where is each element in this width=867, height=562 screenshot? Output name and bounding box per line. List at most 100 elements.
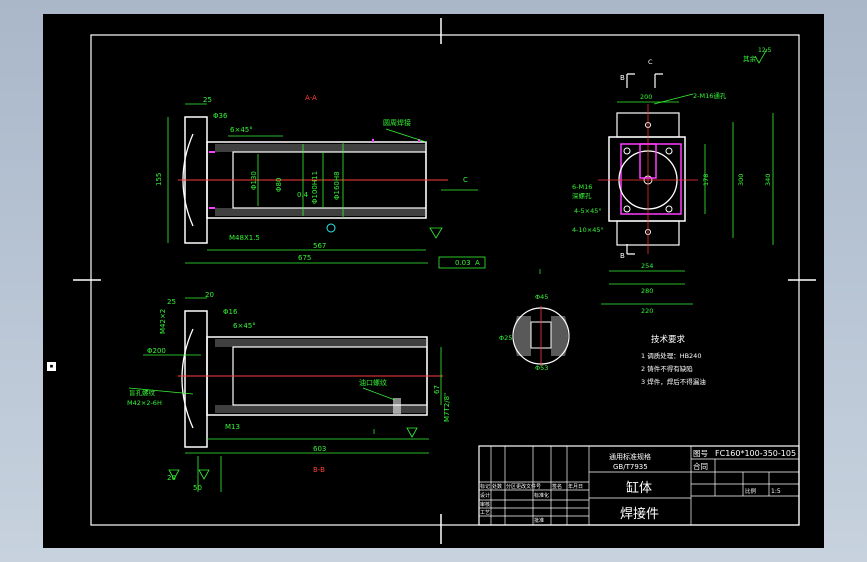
tb-contract-label: 合同 [693, 461, 708, 471]
aa-wall-top [215, 144, 425, 152]
bb-left-note-1: 盲孔螺纹 [129, 388, 156, 397]
view-c-arrow-label: C [463, 176, 468, 184]
aa-dim-7: Φ100H11 [311, 171, 319, 204]
bb-roughness-mark [406, 427, 418, 438]
bb-dim-4: 6×45° [233, 322, 256, 330]
aa-tolerance-datum: A [475, 259, 480, 267]
bb-dim-6: M42×2 [159, 309, 167, 334]
c-dim-5: 340 [764, 174, 772, 186]
tb-label-9: 审核 [480, 501, 490, 508]
tb-label-1: 标记 [480, 483, 490, 490]
bb-dim-3: Φ16 [223, 308, 238, 316]
tb-label-10: 工艺 [480, 510, 490, 516]
c-dim-11: 4-5×45° [574, 207, 602, 215]
aa-dim-3: 6×45° [230, 126, 253, 134]
tb-label-7: 设计 [480, 492, 490, 499]
c-section-mark-bottom: B [620, 252, 625, 260]
aa-dim-2: Φ36 [213, 112, 228, 120]
tb-drawing-no-label: 图号 [693, 449, 708, 458]
tb-part-name: 缸体 [626, 480, 652, 496]
bb-dim-5: Φ200 [147, 347, 166, 355]
sheet-side-marker: ▪ [47, 362, 56, 371]
tb-label-3: 分区 [506, 483, 516, 490]
tb-label-5: 签名 [552, 483, 562, 490]
c-bolt-hole-2 [665, 147, 673, 155]
tb-scale: 1:5 [771, 488, 781, 495]
aa-dim-6: Φ80 [275, 178, 283, 192]
c-bolt-hole-3 [623, 205, 631, 213]
tb-label-6: 年月日 [568, 483, 583, 490]
aa-datum-circle [326, 223, 336, 233]
tb-process: 焊接件 [620, 506, 659, 522]
c-section-mark-top: B [620, 74, 625, 82]
tb-scale-label: 比例 [745, 487, 757, 495]
bb-dim-10: M7T2/8" [443, 393, 451, 422]
drawing-viewport[interactable]: 25 Φ36 6×45° 155 Φ130 Φ80 Φ100H11 0.4 Φ1… [43, 14, 824, 548]
bb-flange [184, 310, 208, 448]
aa-dim-11: 567 [313, 242, 326, 250]
view-c-end-view: 200 2-M16通孔 178 300 340 254 280 220 6-M1… [572, 47, 774, 315]
bb-flange-dome [181, 328, 194, 429]
technical-requirements: 技术要求 1 调质处理：HB240 2 铸件不得有缺陷 3 焊件，焊后不得漏油 [641, 334, 706, 386]
aa-dim-8: 0.4 [297, 191, 309, 199]
bb-dim-2: 20 [205, 291, 214, 299]
aa-tolerance-value: 0.03 [455, 259, 471, 267]
detail-dim-3: Φ25 [499, 334, 512, 342]
bb-dim-9: 67 [433, 385, 441, 394]
tech-req-item-1: 1 调质处理：HB240 [641, 351, 701, 360]
detail-i-view: Φ45 Φ53 Φ25 I [499, 268, 570, 372]
aa-dim-10: M48X1.5 [229, 234, 260, 242]
bb-dim-12: 50 [193, 484, 202, 492]
bb-dim-1: 25 [167, 298, 176, 306]
tb-drawing-no: FC160*100-350-105 [715, 449, 796, 458]
title-block: 标记 处数 分区 更改文件号 签名 年月日 设计 标准化 审核 工艺 批准 通用… [478, 445, 800, 526]
aa-dim-5: Φ130 [250, 171, 258, 190]
c-roughness-note: 其余 [743, 54, 757, 63]
bb-dim-8: 603 [313, 445, 326, 453]
bb-dim-7: M13 [225, 423, 240, 431]
section-bb-view: 25 20 Φ16 6×45° Φ200 M42×2 M13 603 67 M7… [127, 291, 451, 492]
aa-dim-12: 675 [298, 254, 311, 262]
c-dim-9: 6-M16 [572, 183, 592, 191]
tb-standard-line-2: GB/T7935 [613, 463, 648, 471]
tb-label-8: 标准化 [534, 492, 549, 499]
aa-wall-bottom [215, 208, 425, 216]
c-dim-10: 深螺孔 [572, 191, 592, 200]
c-dim-4: 300 [737, 174, 745, 186]
aa-dim-9: Φ160H8 [333, 171, 341, 200]
tb-label-4: 更改文件号 [516, 483, 541, 490]
c-dim-6: 254 [641, 262, 653, 270]
detail-dim-2: Φ53 [535, 364, 548, 372]
detail-hatch-right [551, 316, 568, 356]
tb-label-2: 处数 [492, 483, 502, 490]
bb-wall-top [215, 339, 426, 347]
c-dim-8: 220 [641, 307, 653, 315]
bb-section-title: B-B [313, 466, 325, 474]
bb-oil-port-note: 油口螺纹 [359, 378, 387, 387]
c-dim-1: 200 [640, 93, 652, 101]
detail-title: I [539, 268, 541, 276]
tech-req-title: 技术要求 [651, 334, 686, 345]
bb-detail-label: I [373, 428, 375, 436]
detail-dim-1: Φ45 [535, 293, 548, 301]
aa-dim-1: 25 [203, 96, 212, 104]
aa-roughness-mark [429, 227, 443, 239]
detail-hatch-left [514, 316, 531, 356]
aa-section-title: A-A [305, 94, 317, 102]
drawing-sheet: 25 Φ36 6×45° 155 Φ130 Φ80 Φ100H11 0.4 Φ1… [73, 18, 816, 544]
c-section-arrows [626, 73, 663, 255]
section-aa-view: 25 Φ36 6×45° 155 Φ130 Φ80 Φ100H11 0.4 Φ1… [155, 94, 486, 269]
c-dim-3: 178 [702, 174, 710, 186]
tb-label-11: 批准 [534, 517, 544, 524]
c-dim-12: 4-10×45° [572, 226, 604, 234]
tech-req-item-3: 3 焊件，焊后不得漏油 [641, 377, 706, 386]
c-dim-7: 280 [641, 287, 653, 295]
c-dim-2: 2-M16通孔 [693, 91, 727, 100]
aa-dim-4: 155 [155, 173, 163, 186]
aa-weld-note: 圆周焊接 [383, 118, 411, 127]
bb-left-note-2: M42×2-6H [127, 399, 162, 407]
bb-oil-port [393, 398, 401, 414]
c-bolt-hole-1 [623, 147, 631, 155]
tech-req-item-2: 2 铸件不得有缺陷 [641, 364, 693, 373]
tb-standard-line-1: 通用标准规格 [609, 452, 651, 461]
